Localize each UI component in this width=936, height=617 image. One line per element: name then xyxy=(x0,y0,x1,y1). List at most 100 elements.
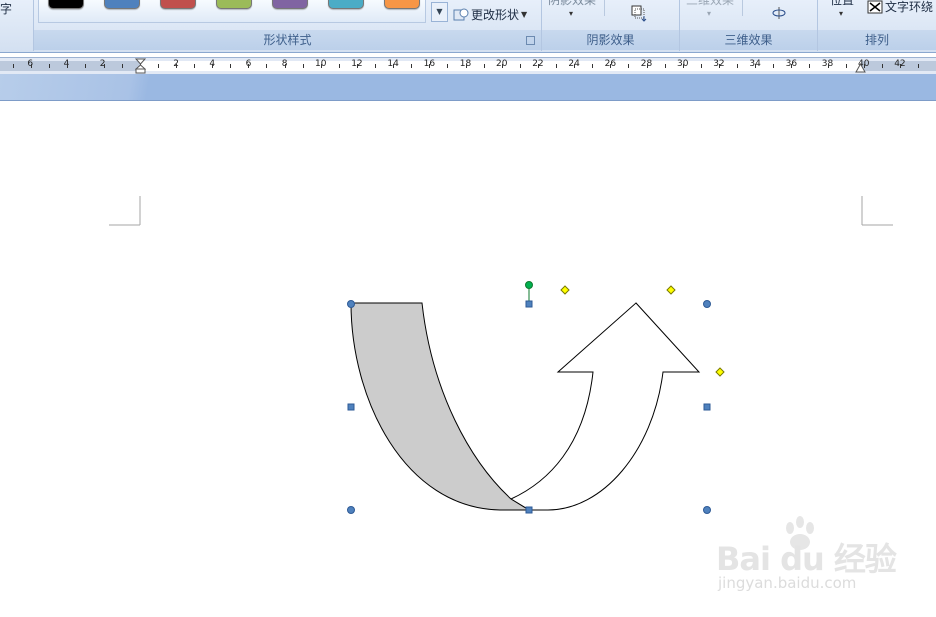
shape-styles-group-label: 形状样式 xyxy=(34,30,541,50)
resize-handle-right[interactable] xyxy=(703,403,711,411)
ruler-tick xyxy=(574,64,575,68)
ruler-tick xyxy=(737,64,738,68)
ruler-tick xyxy=(538,64,539,68)
ruler-tick xyxy=(13,64,14,68)
ruler-tick xyxy=(122,64,123,68)
chevron-down-icon[interactable]: ▾ xyxy=(707,9,711,18)
ribbon-text-partial-label[interactable]: 字 xyxy=(0,0,12,17)
ruler-tick xyxy=(285,64,286,68)
arrange-group-label: 排列 xyxy=(818,30,936,50)
ruler-tick xyxy=(520,64,521,68)
ruler-tick xyxy=(194,64,195,68)
ruler-tick xyxy=(502,64,503,68)
ruler-tick xyxy=(393,64,394,68)
3d-effects-button[interactable]: 三维效果 xyxy=(686,0,734,8)
shape-style-gallery xyxy=(38,0,426,23)
resize-handle-top-right[interactable] xyxy=(703,300,711,308)
ribbon-group-shadow-effects: 阴影效果 ▾ 阴影效果 xyxy=(542,0,680,51)
ruler-tick xyxy=(628,64,629,68)
ruler-tick xyxy=(49,64,50,68)
resize-handle-left[interactable] xyxy=(347,403,355,411)
style-swatch-black[interactable] xyxy=(48,0,84,9)
ruler-tick xyxy=(375,64,376,68)
ruler-tick xyxy=(466,64,467,68)
ribbon-group-text-partial: 字 xyxy=(0,0,34,51)
ruler-tick xyxy=(321,64,322,68)
ruler-tick xyxy=(339,64,340,68)
shadow-effects-button[interactable]: 阴影效果 xyxy=(548,0,596,8)
ruler-left-margin xyxy=(0,61,140,71)
ribbon-group-arrange: 位置 ▾ 文字环绕 排列 xyxy=(818,0,936,51)
ruler-tick xyxy=(447,64,448,68)
ruler-tick xyxy=(158,64,159,68)
indent-marker-icon[interactable] xyxy=(135,58,146,74)
arrow-tail-band[interactable] xyxy=(350,302,531,511)
ruler-tick xyxy=(846,64,847,68)
resize-handle-bottom-left[interactable] xyxy=(347,506,355,514)
ruler-tick xyxy=(701,64,702,68)
document-area-header xyxy=(0,74,936,101)
resize-handle-bottom[interactable] xyxy=(525,506,533,514)
style-swatch-red[interactable] xyxy=(160,0,196,9)
position-button[interactable]: 位置 xyxy=(830,0,854,8)
horizontal-ruler[interactable]: 6422468101214161820222426283032343638404… xyxy=(0,57,936,75)
style-swatch-orange[interactable] xyxy=(384,0,420,9)
change-shape-button[interactable]: 更改形状 ▼ xyxy=(453,6,527,23)
right-indent-marker-icon[interactable] xyxy=(855,63,866,74)
shadow-effects-group-label: 阴影效果 xyxy=(542,30,679,50)
style-swatch-purple[interactable] xyxy=(272,0,308,9)
dialog-launcher-icon[interactable] xyxy=(526,36,535,45)
ruler-tick xyxy=(67,64,68,68)
arrow-body[interactable] xyxy=(509,302,701,511)
ruler-tick xyxy=(230,64,231,68)
3d-rotate-icon[interactable] xyxy=(770,4,788,22)
style-swatch-aqua[interactable] xyxy=(328,0,364,9)
ribbon-group-shape-styles: ▼ 更改形状 ▼ 形状样式 xyxy=(34,0,542,51)
text-wrap-button[interactable]: 文字环绕 xyxy=(867,0,933,15)
style-swatch-blue[interactable] xyxy=(104,0,140,9)
ruler-tick xyxy=(484,64,485,68)
adjustment-handle[interactable] xyxy=(715,367,725,377)
ruler-tick xyxy=(592,64,593,68)
ruler-tick xyxy=(918,64,919,68)
3d-effects-button-label: 三维效果 xyxy=(686,0,735,7)
ruler-tick xyxy=(104,64,105,68)
resize-handle-top[interactable] xyxy=(525,300,533,308)
change-shape-icon xyxy=(453,8,469,20)
chevron-down-icon[interactable]: ▾ xyxy=(839,9,843,18)
style-swatch-green[interactable] xyxy=(216,0,252,9)
shadow-nudge-icon[interactable] xyxy=(630,4,648,22)
ruler-tick xyxy=(900,64,901,68)
ruler-tick xyxy=(176,64,177,68)
gallery-more-button[interactable]: ▼ xyxy=(431,2,448,22)
adjustment-handle[interactable] xyxy=(666,285,676,295)
ruler-tick xyxy=(429,64,430,68)
ruler-tick xyxy=(773,64,774,68)
ruler-tick xyxy=(809,64,810,68)
ruler-tick xyxy=(828,64,829,68)
ruler-tick xyxy=(882,64,883,68)
text-wrap-icon xyxy=(867,0,883,13)
ruler-tick xyxy=(303,64,304,68)
text-wrap-label: 文字环绕 xyxy=(885,0,934,14)
resize-handle-top-left[interactable] xyxy=(347,300,355,308)
ruler-tick xyxy=(791,64,792,68)
chevron-down-icon[interactable]: ▾ xyxy=(569,9,573,18)
ruler-tick xyxy=(85,64,86,68)
chevron-down-icon: ▼ xyxy=(521,10,528,19)
ruler-tick xyxy=(411,64,412,68)
separator xyxy=(742,0,743,16)
baidu-jingyan-watermark: Bai du 经验 jingyan.baidu.com xyxy=(716,516,916,598)
separator xyxy=(604,0,605,16)
shadow-effects-button-label: 阴影效果 xyxy=(548,0,597,7)
ruler-tick xyxy=(719,64,720,68)
position-button-label: 位置 xyxy=(830,0,855,7)
resize-handle-bottom-right[interactable] xyxy=(703,506,711,514)
ruler-tick xyxy=(610,64,611,68)
adjustment-handle[interactable] xyxy=(560,285,570,295)
ruler-tick xyxy=(266,64,267,68)
rotation-handle[interactable] xyxy=(525,281,533,289)
ruler-tick xyxy=(248,64,249,68)
ribbon-group-3d-effects: 三维效果 ▾ 三维效果 xyxy=(680,0,818,51)
ruler-tick xyxy=(647,64,648,68)
